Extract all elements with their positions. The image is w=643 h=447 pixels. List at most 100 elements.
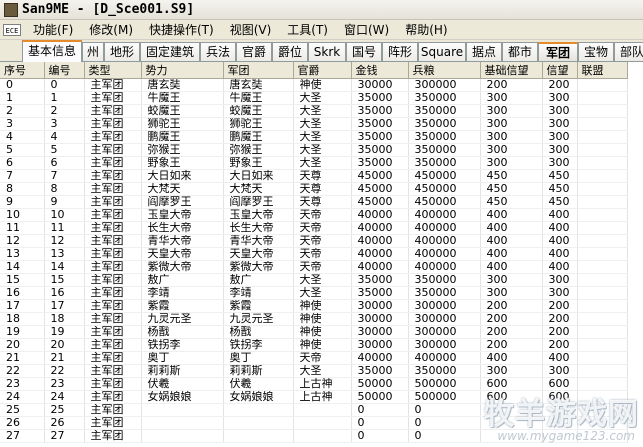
table-cell-id[interactable]: 7 [44,169,85,183]
table-row[interactable]: 10 10 主军团 玉皇大帝 玉皇大帝 天帝 40000 400000 400 400 [0,208,628,222]
table-cell-type[interactable]: 主军团 [84,416,142,430]
table-cell-money[interactable]: 35000 [351,156,409,170]
table-cell-base-prestige[interactable]: 300 [480,143,543,157]
table-cell-food[interactable]: 450000 [408,169,481,183]
table-cell-prestige[interactable]: 450 [542,182,578,196]
table-cell-faction[interactable]: 伏羲 [141,377,224,391]
table-cell-base-prestige[interactable]: 300 [480,156,543,170]
table-cell-food[interactable]: 450000 [408,182,481,196]
table-cell-faction[interactable]: 大日如来 [141,169,224,183]
table-cell-type[interactable]: 主军团 [84,286,142,300]
menu-tools[interactable]: 工具(T) [279,21,336,38]
table-cell-prestige[interactable]: 300 [542,286,578,300]
table-cell-corps[interactable]: 唐玄奘 [223,78,294,92]
table-cell-faction[interactable]: 紫霞 [141,299,224,313]
table-cell-food[interactable]: 300000 [408,78,481,92]
table-cell-base-prestige[interactable]: 600 [480,377,543,391]
table-cell-type[interactable]: 主军团 [84,338,142,352]
table-cell-type[interactable]: 主军团 [84,273,142,287]
column-header-alliance[interactable]: 联盟 [577,62,628,79]
tab-square[interactable]: Square [418,42,466,61]
table-cell-type[interactable]: 主军团 [84,78,142,92]
table-cell-rank[interactable]: 天帝 [293,351,352,365]
table-cell-prestige[interactable]: 200 [542,299,578,313]
table-cell-prestige[interactable]: 300 [542,91,578,105]
table-cell-food[interactable]: 350000 [408,130,481,144]
table-row[interactable]: 25 25 主军团 0 0 [0,403,628,417]
document-icon[interactable]: ECE [3,23,21,36]
table-cell-base-prestige[interactable]: 450 [480,182,543,196]
table-cell-rank[interactable]: 大圣 [293,273,352,287]
table-cell-money[interactable]: 50000 [351,390,409,404]
table-cell-prestige[interactable]: 400 [542,351,578,365]
table-cell-prestige[interactable]: 300 [542,143,578,157]
table-row[interactable]: 22 22 主军团 莉莉斯 莉莉斯 大圣 35000 350000 300 300 [0,364,628,378]
table-cell-alliance[interactable] [577,130,628,144]
table-cell-base-prestige[interactable]: 200 [480,78,543,92]
table-cell-id[interactable]: 22 [44,364,85,378]
table-cell-money[interactable]: 40000 [351,247,409,261]
table-cell-index[interactable]: 3 [0,117,45,131]
table-cell-rank[interactable]: 大圣 [293,286,352,300]
table-cell-prestige[interactable]: 300 [542,273,578,287]
table-cell-faction[interactable]: 李靖 [141,286,224,300]
table-row[interactable]: 0 0 主军团 唐玄奘 唐玄奘 神使 30000 300000 200 200 [0,78,628,92]
table-cell-base-prestige[interactable]: 400 [480,221,543,235]
table-cell-money[interactable]: 30000 [351,325,409,339]
table-cell-type[interactable]: 主军团 [84,247,142,261]
tab-terrain[interactable]: 地形 [104,42,140,61]
table-cell-id[interactable]: 21 [44,351,85,365]
table-cell-faction[interactable]: 九灵元圣 [141,312,224,326]
table-row[interactable]: 6 6 主军团 野象王 野象王 大圣 35000 350000 300 300 [0,156,628,170]
table-cell-prestige[interactable]: 200 [542,312,578,326]
table-row[interactable]: 8 8 主军团 大梵天 大梵天 天尊 45000 450000 450 450 [0,182,628,196]
tab-state[interactable]: 州 [82,42,104,61]
table-cell-id[interactable]: 25 [44,403,85,417]
table-row[interactable]: 14 14 主军团 紫微大帝 紫微大帝 天帝 40000 400000 400 400 [0,260,628,274]
table-cell-type[interactable]: 主军团 [84,403,142,417]
table-cell-base-prestige[interactable] [480,403,543,417]
menu-modify[interactable]: 修改(M) [81,21,141,38]
table-cell-prestige[interactable]: 400 [542,247,578,261]
table-cell-rank[interactable]: 大圣 [293,130,352,144]
table-cell-faction[interactable]: 狮驼王 [141,117,224,131]
table-cell-rank[interactable]: 大圣 [293,91,352,105]
table-cell-money[interactable]: 35000 [351,143,409,157]
table-cell-money[interactable]: 40000 [351,234,409,248]
table-cell-corps[interactable]: 九灵元圣 [223,312,294,326]
table-cell-prestige[interactable]: 600 [542,377,578,391]
table-cell-food[interactable]: 350000 [408,143,481,157]
table-cell-base-prestige[interactable]: 300 [480,104,543,118]
column-header-base-prestige[interactable]: 基础信望 [480,62,543,79]
table-cell-alliance[interactable] [577,169,628,183]
table-cell-index[interactable]: 10 [0,208,45,222]
table-cell-alliance[interactable] [577,338,628,352]
table-cell-rank[interactable]: 天帝 [293,221,352,235]
table-cell-faction[interactable]: 玉皇大帝 [141,208,224,222]
table-row[interactable]: 20 20 主军团 铁拐李 铁拐李 神使 30000 300000 200 200 [0,338,628,352]
table-cell-food[interactable]: 400000 [408,234,481,248]
column-header-food[interactable]: 兵粮 [408,62,481,79]
table-cell-type[interactable]: 主军团 [84,377,142,391]
table-cell-money[interactable]: 45000 [351,195,409,209]
table-cell-food[interactable]: 0 [408,403,481,417]
table-cell-rank[interactable] [293,416,352,430]
table-cell-food[interactable]: 450000 [408,195,481,209]
table-cell-money[interactable]: 40000 [351,260,409,274]
table-row[interactable]: 27 27 主军团 0 0 [0,429,628,443]
table-cell-id[interactable]: 24 [44,390,85,404]
table-cell-rank[interactable]: 上古神 [293,390,352,404]
table-cell-type[interactable]: 主军团 [84,325,142,339]
table-cell-money[interactable]: 45000 [351,169,409,183]
table-cell-faction[interactable]: 弥猴王 [141,143,224,157]
table-cell-alliance[interactable] [577,403,628,417]
table-cell-food[interactable]: 500000 [408,390,481,404]
table-cell-index[interactable]: 14 [0,260,45,274]
table-cell-id[interactable]: 16 [44,286,85,300]
table-cell-corps[interactable]: 青华大帝 [223,234,294,248]
table-cell-index[interactable]: 26 [0,416,45,430]
table-row[interactable]: 9 9 主军团 阎摩罗王 阎摩罗王 天尊 45000 450000 450 450 [0,195,628,209]
table-cell-faction[interactable]: 杨戬 [141,325,224,339]
table-cell-faction[interactable]: 铁拐李 [141,338,224,352]
table-cell-food[interactable]: 350000 [408,286,481,300]
